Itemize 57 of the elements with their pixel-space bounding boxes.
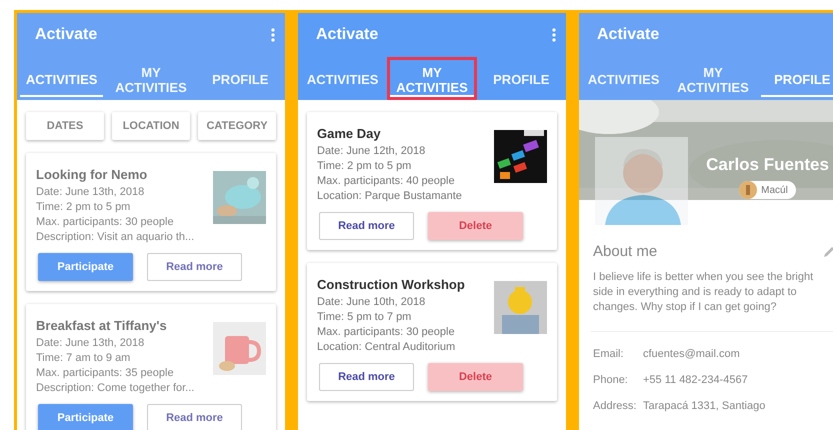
activity-detail: Max. participants: 30 people (317, 325, 456, 340)
activity-detail: Time: 2 pm to 5 pm (36, 200, 132, 215)
location-text: Macúl (761, 184, 788, 196)
tab[interactable]: ACTIVITIES (579, 57, 668, 100)
contact-value: Tarapacá 1331, Santiago (643, 400, 766, 412)
activity-detail: Max. participants: 40 people (317, 174, 456, 189)
tab[interactable]: PROFILE (476, 57, 566, 100)
tab[interactable]: MY ACTIVITIES (668, 57, 758, 100)
more-icon[interactable] (552, 28, 556, 42)
read-more-button[interactable]: Read more (319, 363, 414, 391)
activity-title: Game Day (317, 126, 382, 141)
about-text: I believe life is better when you see the bright side in everything and is ready to adapt to changes. Why stop if I can get going? (593, 270, 814, 315)
delete-button[interactable]: Delete (428, 212, 523, 240)
activity-detail: Date: June 13th, 2018 (36, 185, 146, 200)
app-title: Activate (316, 26, 378, 44)
activity-detail: Max. participants: 35 people (36, 366, 175, 381)
place-icon (739, 181, 758, 199)
participate-button[interactable]: Participate (38, 253, 133, 281)
activity-detail: Time: 5 pm to 7 pm (317, 310, 412, 325)
activity-detail: Time: 2 pm to 5 pm (317, 159, 412, 174)
app-title: Activate (35, 26, 98, 44)
contact-value: cfuentes@mail.com (643, 348, 741, 360)
read-more-button[interactable]: Read more (147, 253, 242, 281)
tab[interactable]: ACTIVITIES (298, 57, 388, 100)
contact-value: +55 11 482-234-4567 (643, 374, 749, 386)
activity-title: Looking for Nemo (36, 167, 148, 182)
activity-detail: Description: Visit an aquario th... (36, 230, 194, 245)
contact-label: Email: (593, 348, 625, 360)
delete-button[interactable]: Delete (428, 363, 523, 391)
read-more-button[interactable]: Read more (147, 404, 242, 430)
more-icon[interactable] (271, 28, 275, 42)
activity-detail: Max. participants: 30 people (36, 215, 175, 230)
activity-detail: Date: June 10th, 2018 (317, 295, 426, 310)
activity-detail: Time: 7 am to 9 am (36, 351, 132, 366)
activity-detail: Description: Come together for... (36, 381, 194, 396)
activity-detail: Date: June 12th, 2018 (317, 144, 426, 159)
read-more-button[interactable]: Read more (319, 212, 414, 240)
activity-detail: Location: Central Auditorium (317, 340, 456, 355)
contact-label: Address: (593, 400, 638, 412)
tab[interactable]: PROFILE (758, 57, 833, 100)
participate-button[interactable]: Participate (38, 404, 133, 430)
tab[interactable]: PROFILE (196, 57, 285, 100)
activity-title: Construction Workshop (317, 277, 465, 292)
edit-icon[interactable] (823, 246, 833, 258)
activity-title: Breakfast at Tiffany's (36, 318, 168, 333)
activity-detail: Location: Parque Bustamante (317, 189, 462, 204)
profile-name: Carlos Fuentes (706, 155, 829, 175)
filter-button[interactable]: LOCATION (112, 112, 190, 140)
contact-label: Phone: (593, 374, 629, 386)
filter-button[interactable]: DATES (26, 112, 104, 140)
tab[interactable]: MY ACTIVITIES (387, 57, 477, 100)
activity-detail: Date: June 13th, 2018 (36, 336, 146, 351)
tab[interactable]: ACTIVITIES (17, 57, 106, 100)
tab[interactable]: MY ACTIVITIES (106, 57, 196, 100)
filter-button[interactable]: CATEGORY (198, 112, 276, 140)
section-title: About me (593, 243, 658, 260)
app-title: Activate (597, 26, 660, 44)
